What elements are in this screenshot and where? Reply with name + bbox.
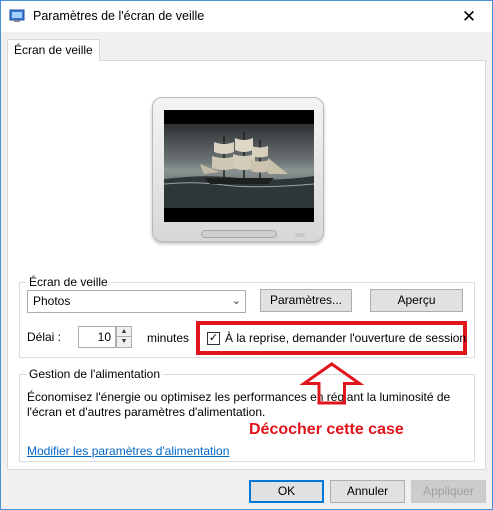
minutes-label: minutes (147, 331, 190, 345)
spin-down-icon[interactable]: ▼ (117, 337, 131, 347)
preview-button[interactable]: Aperçu (370, 289, 463, 312)
chevron-down-icon: ⌄ (231, 295, 241, 307)
preview-image (164, 124, 314, 208)
title-bar: Paramètres de l'écran de veille ✕ (1, 1, 492, 32)
screensaver-group-title: Écran de veille (26, 275, 111, 289)
tab-screensaver[interactable]: Écran de veille (7, 39, 100, 61)
monitor-led (295, 233, 305, 237)
resume-checkbox-label[interactable]: À la reprise, demander l'ouverture de se… (225, 331, 466, 345)
monitor-preview (152, 97, 324, 242)
preview-screen (164, 110, 314, 222)
close-icon: ✕ (461, 6, 477, 26)
resume-checkbox[interactable]: ✓ (207, 332, 220, 345)
power-group-title: Gestion de l'alimentation (26, 367, 164, 381)
power-description: Économisez l'énergie ou optimisez les pe… (27, 390, 451, 419)
window-title: Paramètres de l'écran de veille (33, 9, 205, 23)
monitor-stand (201, 230, 277, 238)
annotation-text: Décocher cette case (249, 421, 404, 438)
ship-image (164, 132, 314, 208)
ok-button[interactable]: OK (249, 480, 324, 503)
dialog-window: Paramètres de l'écran de veille ✕ Écran … (0, 0, 493, 510)
close-button[interactable]: ✕ (446, 1, 492, 32)
settings-button[interactable]: Paramètres... (260, 289, 352, 312)
cancel-button[interactable]: Annuler (330, 480, 405, 503)
apply-button[interactable]: Appliquer (411, 480, 486, 503)
annotation-arrow-icon (299, 362, 365, 405)
delay-input[interactable]: 10 (78, 326, 116, 348)
delay-label: Délai : (27, 330, 62, 344)
spin-up-icon[interactable]: ▲ (117, 327, 131, 337)
delay-spinner[interactable]: ▲ ▼ (116, 326, 132, 348)
power-settings-link[interactable]: Modifier les paramètres d'alimentation (27, 444, 229, 458)
screensaver-select-value: Photos (33, 294, 71, 308)
screensaver-select[interactable]: Photos ⌄ (27, 290, 246, 313)
screensaver-app-icon (9, 9, 25, 22)
